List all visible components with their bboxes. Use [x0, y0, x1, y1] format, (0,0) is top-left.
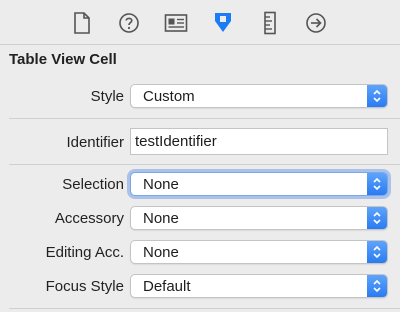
focus-style-label: Focus Style — [45, 278, 124, 295]
divider — [9, 118, 400, 119]
focus-style-popup[interactable]: Default — [130, 274, 388, 298]
identifier-label: Identifier — [66, 134, 124, 151]
chevron-updown-icon — [367, 85, 387, 107]
selection-label: Selection — [62, 176, 124, 193]
attributes-icon[interactable] — [208, 8, 238, 38]
chevron-updown-icon — [367, 275, 387, 297]
accessory-label: Accessory — [54, 210, 124, 227]
identifier-field[interactable] — [130, 128, 388, 155]
chevron-updown-icon — [367, 241, 387, 263]
divider — [9, 164, 400, 165]
editing-accessory-label: Editing Acc. — [45, 244, 124, 261]
identity-icon[interactable] — [161, 8, 191, 38]
help-icon[interactable] — [114, 8, 144, 38]
style-value: Custom — [143, 88, 195, 105]
style-label: Style — [90, 88, 124, 105]
identifier-input[interactable] — [135, 131, 383, 152]
section-title: Table View Cell — [9, 51, 117, 68]
inspector-toolbar — [0, 0, 400, 45]
chevron-updown-icon — [367, 207, 387, 229]
size-icon[interactable] — [255, 8, 285, 38]
file-icon[interactable] — [67, 8, 97, 38]
focus-style-value: Default — [143, 278, 191, 295]
divider — [9, 308, 400, 309]
accessory-popup[interactable]: None — [130, 206, 388, 230]
selection-popup[interactable]: None — [130, 172, 388, 196]
accessory-value: None — [143, 210, 179, 227]
connections-icon[interactable] — [301, 8, 331, 38]
editing-accessory-value: None — [143, 244, 179, 261]
chevron-updown-icon — [367, 173, 387, 195]
editing-accessory-popup[interactable]: None — [130, 240, 388, 264]
selection-value: None — [143, 176, 179, 193]
style-popup[interactable]: Custom — [130, 84, 388, 108]
